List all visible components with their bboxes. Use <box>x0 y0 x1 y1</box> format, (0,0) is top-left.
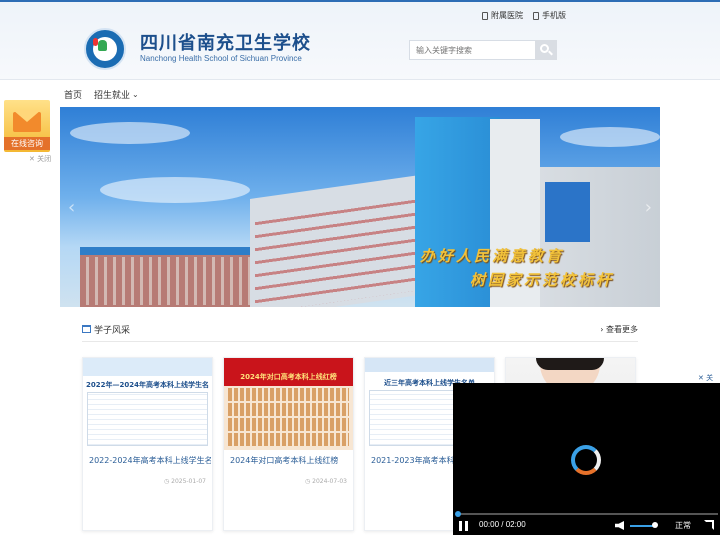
consult-close-button[interactable]: ✕ 关闭 <box>29 154 51 164</box>
nav-item-admissions[interactable]: 招生就业 ⌄ <box>94 88 139 101</box>
top-links: 附属医院 手机版 <box>482 10 566 21</box>
thumbnail-heading: 2022年—2024年高考本科上线学生名 <box>86 381 209 389</box>
section-title: 学子风采 <box>94 326 131 336</box>
cloud <box>70 122 190 144</box>
video-progress-bar[interactable] <box>456 513 718 515</box>
close-icon: ✕ <box>698 374 704 382</box>
nav-item-label[interactable]: 招生就业 <box>94 88 130 101</box>
calendar-icon <box>82 325 91 333</box>
logo-hand-green-icon <box>98 40 107 51</box>
main-nav: 首页 招生就业 ⌄ <box>64 88 139 101</box>
mobile-link-label[interactable]: 手机版 <box>542 10 566 21</box>
pause-icon[interactable] <box>459 521 468 531</box>
hospital-link[interactable]: 附属医院 <box>482 10 523 21</box>
chevron-down-icon: ⌄ <box>132 90 139 99</box>
banner-slogan-line2: 树国家示范校标杆 <box>470 271 615 289</box>
thumbnail-table <box>87 392 208 446</box>
news-card[interactable]: 2022年—2024年高考本科上线学生名 2022-2024年高考本科上线学生名… <box>82 357 213 531</box>
school-name-cn: 四川省南充卫生学校 <box>140 33 311 54</box>
consult-close-label[interactable]: 关闭 <box>37 155 51 163</box>
header: 附属医院 手机版 四川省南充卫生学校 Nanchong Health Schoo… <box>0 0 720 80</box>
consult-label[interactable]: 在线咨询 <box>4 137 50 150</box>
nav-item-label[interactable]: 首页 <box>64 88 82 101</box>
video-controls: 00:00 / 02:00 正常 <box>453 517 720 535</box>
video-player[interactable]: 00:00 / 02:00 正常 <box>453 383 720 535</box>
search-button[interactable] <box>535 40 557 60</box>
banner-slogan-line1: 办好人民满意教育 <box>420 247 565 265</box>
fullscreen-icon[interactable] <box>704 520 714 530</box>
thumbnail-heading: 2024年对口高考本科上线红榜 <box>240 373 337 381</box>
school-logo[interactable] <box>84 28 126 70</box>
section-header: 学子风采 › 查看更多 <box>82 322 638 342</box>
hero-banner[interactable]: 办好人民满意教育 树国家示范校标杆 ‹ › <box>60 107 660 307</box>
hospital-icon <box>482 11 488 20</box>
card-title[interactable]: 2024年对口高考本科上线红榜 <box>230 455 352 466</box>
volume-slider-handle[interactable] <box>652 522 658 528</box>
cloud <box>100 177 250 203</box>
playback-rate-button[interactable]: 正常 <box>675 520 691 531</box>
thumbnail-photos <box>228 388 349 446</box>
search-input[interactable] <box>409 40 535 60</box>
video-time: 00:00 / 02:00 <box>479 520 526 529</box>
card-thumbnail[interactable]: 2024年对口高考本科上线红榜 <box>224 358 353 450</box>
card-date: ◷ 2024-07-03 <box>304 478 347 485</box>
card-title[interactable]: 2022-2024年高考本科上线学生名单 <box>89 455 211 466</box>
mobile-link[interactable]: 手机版 <box>533 10 566 21</box>
portrait-hair <box>536 358 604 370</box>
mobile-icon <box>533 11 539 20</box>
close-icon: ✕ <box>29 155 35 163</box>
view-more-link[interactable]: › 查看更多 <box>600 324 638 335</box>
view-more-label[interactable]: 查看更多 <box>606 325 638 334</box>
nav-item-home[interactable]: 首页 <box>64 88 82 101</box>
news-card[interactable]: 2024年对口高考本科上线红榜 2024年对口高考本科上线红榜 ◷ 2024-0… <box>223 357 354 531</box>
online-consult-widget[interactable]: 在线咨询 <box>4 100 50 152</box>
cloud <box>560 127 660 147</box>
banner-prev-arrow-icon[interactable]: ‹ <box>68 197 75 218</box>
search-box <box>409 40 557 60</box>
loading-spinner-icon <box>571 445 601 475</box>
banner-next-arrow-icon[interactable]: › <box>645 197 652 218</box>
school-name-en: Nanchong Health School of Sichuan Provin… <box>140 54 302 63</box>
volume-icon[interactable] <box>615 521 624 530</box>
card-thumbnail[interactable]: 2022年—2024年高考本科上线学生名 <box>83 358 212 450</box>
hospital-link-label[interactable]: 附属医院 <box>491 10 523 21</box>
card-date: ◷ 2025-01-07 <box>163 478 206 485</box>
